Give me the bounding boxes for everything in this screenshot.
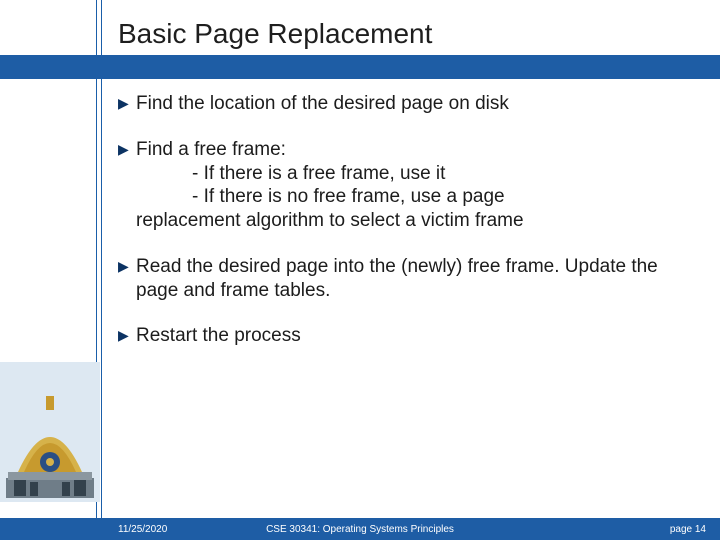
arrow-icon: ▶ (118, 255, 136, 303)
bullet-subline: - If there is no free frame, use a page (136, 185, 678, 209)
arrow-icon: ▶ (118, 138, 136, 233)
title-underline-bar (0, 55, 720, 79)
arrow-icon: ▶ (118, 92, 136, 116)
page-title: Basic Page Replacement (118, 18, 432, 50)
bullet-3: ▶ Read the desired page into the (newly)… (118, 255, 678, 303)
bullet-text: Find a free frame: - If there is a free … (136, 138, 678, 233)
bullet-text: Restart the process (136, 324, 678, 348)
dome-logo (0, 362, 100, 502)
footer-course: CSE 30341: Operating Systems Principles (266, 524, 454, 535)
footer-page: page 14 (670, 524, 706, 535)
footer-bar: 11/25/2020 CSE 30341: Operating Systems … (0, 518, 720, 540)
vertical-rule-2 (101, 0, 102, 540)
content-area: ▶ Find the location of the desired page … (118, 92, 678, 370)
bullet-continuation: replacement algorithm to select a victim… (136, 209, 678, 233)
bullet-subline: - If there is a free frame, use it (136, 162, 678, 186)
arrow-icon: ▶ (118, 324, 136, 348)
footer-date: 11/25/2020 (118, 524, 167, 535)
bullet-1: ▶ Find the location of the desired page … (118, 92, 678, 116)
bullet-text: Read the desired page into the (newly) f… (136, 255, 678, 303)
bullet-text: Find the location of the desired page on… (136, 92, 678, 116)
bullet-2: ▶ Find a free frame: - If there is a fre… (118, 138, 678, 233)
bullet-4: ▶ Restart the process (118, 324, 678, 348)
bullet-head: Find a free frame: (136, 138, 678, 162)
